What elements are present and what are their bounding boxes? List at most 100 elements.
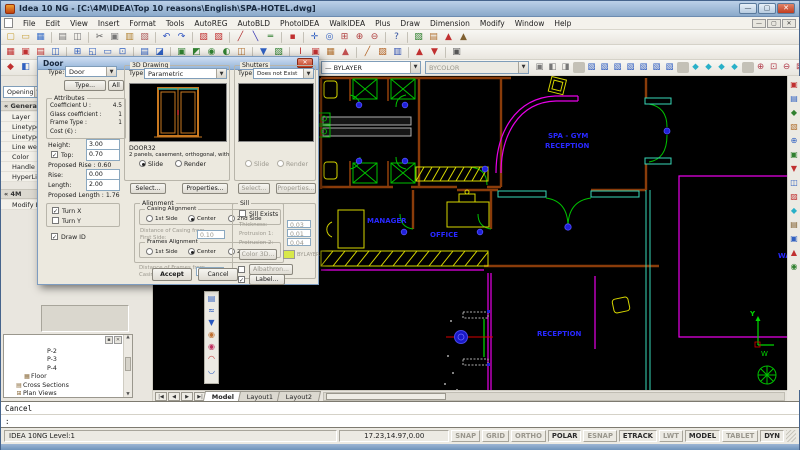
status-toggle[interactable]: TABLET bbox=[722, 430, 758, 442]
selected-door[interactable] bbox=[444, 310, 493, 390]
menu-item[interactable]: PhotoIDEA bbox=[275, 19, 324, 28]
window-icon[interactable]: ▣ bbox=[19, 46, 32, 59]
zoom-in-icon[interactable]: ⊕ bbox=[353, 31, 366, 44]
publish-icon[interactable]: ▧ bbox=[212, 31, 225, 44]
rt-icon[interactable]: ⊕ bbox=[789, 135, 800, 147]
rt-icon[interactable]: ▣ bbox=[789, 149, 800, 161]
multiline-icon[interactable]: ═ bbox=[264, 31, 277, 44]
frames-1st-radio[interactable] bbox=[146, 248, 153, 255]
view-3d-icon[interactable]: ▧ bbox=[625, 61, 637, 74]
status-toggle[interactable]: MODEL bbox=[685, 430, 720, 442]
tab-next-icon[interactable]: ▶ bbox=[181, 392, 193, 401]
rt-icon[interactable]: ▤ bbox=[789, 219, 800, 231]
status-toggle[interactable]: POLAR bbox=[548, 430, 582, 442]
rt-icon[interactable]: ◫ bbox=[789, 177, 800, 189]
status-toggle[interactable]: GRID bbox=[482, 430, 509, 442]
tree-item[interactable]: ⊞ Plan Views bbox=[5, 390, 123, 399]
rt-icon[interactable]: ▼ bbox=[789, 163, 800, 175]
save-icon[interactable]: ▦ bbox=[34, 31, 47, 44]
properties-button[interactable]: Properties... bbox=[182, 183, 228, 194]
color-swatch[interactable] bbox=[283, 250, 295, 259]
pal-icon[interactable]: ▼ bbox=[206, 317, 217, 329]
shutters-type-combo[interactable]: Does not Exist▼ bbox=[253, 68, 314, 79]
hatch-icon[interactable]: ▨ bbox=[376, 46, 389, 59]
type-button[interactable]: Type... bbox=[64, 80, 106, 91]
zoom-out-icon[interactable]: ⊖ bbox=[368, 31, 381, 44]
menu-item[interactable]: View bbox=[65, 19, 93, 28]
view-3d-icon[interactable]: ▧ bbox=[612, 61, 624, 74]
pencil2-icon[interactable]: ╱ bbox=[361, 46, 374, 59]
wall-icon[interactable]: ▦ bbox=[4, 46, 17, 59]
pal-icon[interactable]: ≈ bbox=[206, 305, 217, 317]
status-toggle[interactable]: DYN bbox=[760, 430, 784, 442]
rt-icon[interactable]: ▧ bbox=[789, 121, 800, 133]
mdi-restore-button[interactable]: ▢ bbox=[767, 19, 781, 28]
paste-icon[interactable]: ▥ bbox=[123, 31, 136, 44]
rt-icon[interactable]: ◆ bbox=[789, 205, 800, 217]
frames-center-radio[interactable] bbox=[188, 248, 195, 255]
zoom-window2-icon[interactable]: ⊡ bbox=[768, 61, 780, 74]
view-3d-icon[interactable]: ▧ bbox=[664, 61, 676, 74]
print-preview-icon[interactable]: ◫ bbox=[71, 31, 84, 44]
scroll-down-icon[interactable]: ▼ bbox=[124, 392, 132, 397]
select-button[interactable]: Select... bbox=[130, 183, 166, 194]
albathron-checkbox[interactable] bbox=[238, 266, 245, 273]
pal-icon[interactable]: ◉ bbox=[206, 341, 217, 353]
open-icon[interactable]: ▭ bbox=[19, 31, 32, 44]
menu-item[interactable]: Edit bbox=[41, 19, 66, 28]
rt-icon[interactable]: ◆ bbox=[789, 107, 800, 119]
menu-item[interactable]: Modify bbox=[475, 19, 510, 28]
maximize-button[interactable]: ▢ bbox=[758, 3, 776, 14]
door-type-combo[interactable]: Door▼ bbox=[65, 66, 117, 77]
copy-props-icon[interactable]: ▣ bbox=[534, 61, 546, 74]
cut-icon[interactable]: ✂ bbox=[93, 31, 106, 44]
dropdown-arrow-icon[interactable]: ▼ bbox=[216, 69, 226, 78]
sill-exists-checkbox[interactable] bbox=[239, 210, 246, 217]
menu-item[interactable]: Plus bbox=[370, 19, 395, 28]
length-field[interactable]: 2.00 bbox=[86, 179, 120, 191]
menu-item[interactable]: Insert bbox=[93, 19, 125, 28]
format-icon[interactable]: ▥ bbox=[391, 46, 404, 59]
rt-icon[interactable]: ▣ bbox=[789, 233, 800, 245]
status-toggle[interactable]: SNAP bbox=[451, 430, 480, 442]
label-checkbox[interactable] bbox=[238, 276, 245, 283]
pal-icon[interactable]: ▤ bbox=[206, 293, 217, 305]
wall-tool-icon[interactable]: ▧ bbox=[412, 31, 425, 44]
drawing3d-type-combo[interactable]: Parametric▼ bbox=[144, 68, 227, 79]
warning-icon[interactable]: ▲ bbox=[442, 31, 455, 44]
menu-item[interactable]: Help bbox=[549, 19, 576, 28]
horizontal-scrollbar[interactable] bbox=[323, 392, 785, 401]
tree-pin-icon[interactable]: ▪ bbox=[105, 336, 113, 344]
resize-grip[interactable] bbox=[786, 430, 796, 442]
menu-item[interactable]: Format bbox=[124, 19, 160, 28]
menu-item[interactable]: Dimension bbox=[425, 19, 475, 28]
top-field[interactable]: 0.70 bbox=[86, 149, 120, 161]
pan-icon[interactable]: ✛ bbox=[308, 31, 321, 44]
tab-first-icon[interactable]: |◀ bbox=[155, 392, 167, 401]
scroll-thumb[interactable] bbox=[326, 393, 446, 400]
tree-item[interactable]: ▦ Floor bbox=[5, 373, 123, 382]
status-toggle[interactable]: ORTHO bbox=[511, 430, 546, 442]
zoom-realtime-icon[interactable]: ⊕ bbox=[755, 61, 767, 74]
tab-prev-icon[interactable]: ◀ bbox=[168, 392, 180, 401]
match-properties-icon[interactable]: ▪ bbox=[286, 31, 299, 44]
view-3d-icon[interactable]: ▧ bbox=[651, 61, 663, 74]
triangle-down-icon[interactable]: ▼ bbox=[428, 46, 441, 59]
tree-item[interactable]: P-4 bbox=[5, 364, 123, 373]
zoom-extents-icon[interactable]: ⊠ bbox=[794, 61, 800, 74]
redo-icon[interactable]: ↷ bbox=[175, 31, 188, 44]
pal-icon[interactable]: ◠ bbox=[206, 353, 217, 365]
tree-scrollbar[interactable]: ▲ ▼ bbox=[123, 335, 132, 397]
new-icon[interactable]: ▢ bbox=[4, 31, 17, 44]
orbit-icon[interactable]: ◎ bbox=[323, 31, 336, 44]
color-combo[interactable]: BYCOLOR ▼ bbox=[425, 61, 529, 74]
paint-icon[interactable]: ◨ bbox=[560, 61, 572, 74]
casing-1st-radio[interactable] bbox=[146, 215, 153, 222]
rt-icon[interactable]: ▲ bbox=[789, 247, 800, 259]
menu-item[interactable]: AutoBLD bbox=[233, 19, 276, 28]
command-line-panel[interactable]: Cancel : bbox=[1, 401, 799, 428]
tree-item[interactable]: ▤ Cross Sections bbox=[5, 381, 123, 390]
layers-icon[interactable]: ▣ bbox=[450, 46, 463, 59]
tree-item[interactable]: P-2 bbox=[5, 347, 123, 356]
rt-icon[interactable]: ▣ bbox=[789, 79, 800, 91]
